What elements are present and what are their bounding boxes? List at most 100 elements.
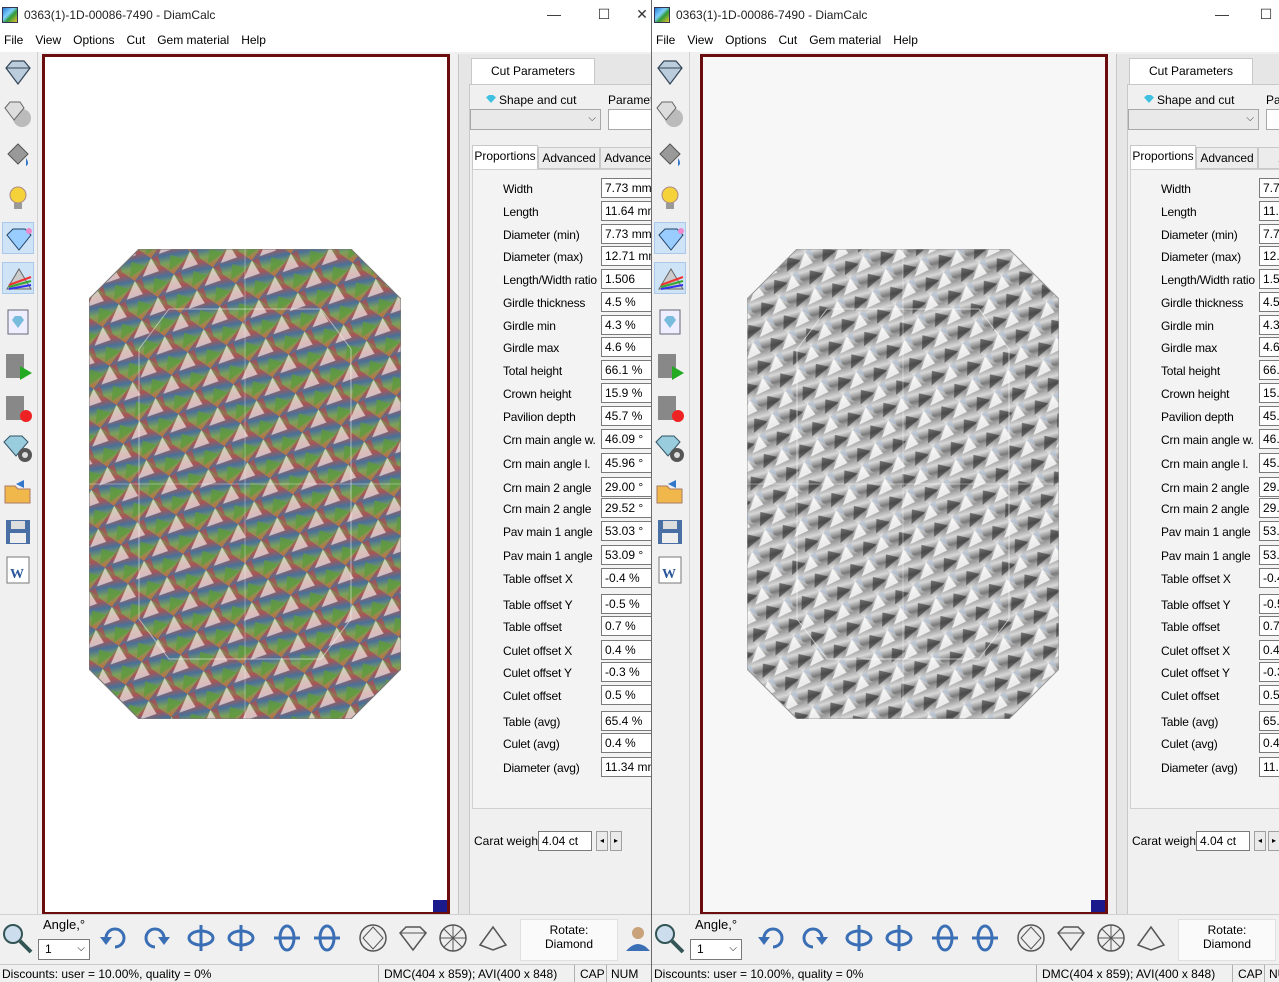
menu-options[interactable]: Options [69,30,118,50]
tab-cut-parameters[interactable]: Cut Parameters [1129,58,1253,84]
tab-advanced-2[interactable]: Advanced [600,147,651,169]
diamond-gear-icon[interactable] [2,432,34,464]
rotate-clockwise-icon[interactable] [98,921,132,955]
carat-decrease-button[interactable]: ◂ [1254,831,1266,851]
diamond-3d-viewport[interactable] [42,54,450,915]
param-value-field[interactable]: 0.4 % [601,640,651,660]
open-folder-icon[interactable] [654,476,686,508]
save-disk-icon[interactable] [2,516,34,548]
rainbow-light-icon[interactable] [654,262,686,294]
word-document-icon[interactable]: W [2,554,34,586]
param-value-field[interactable]: 1.50 [1259,269,1279,289]
param-value-field[interactable]: 0.5 [1259,685,1279,705]
tab-proportions[interactable]: Proportions [1130,145,1196,169]
video-play-icon[interactable] [654,350,686,382]
tab-proportions[interactable]: Proportions [472,145,538,169]
video-record-icon[interactable] [654,392,686,424]
carat-weight-field[interactable]: 4.04 ct [1196,831,1250,851]
flip-horizontal-icon[interactable] [842,921,876,955]
param-value-field[interactable]: -0.5 [1259,594,1279,614]
rotate-counterclockwise-icon[interactable] [796,921,830,955]
tab-advanced-1[interactable]: Advanced [538,147,600,169]
rotate-mode-button[interactable]: Rotate: Diamond [1178,919,1276,961]
flip-horizontal-reverse-icon[interactable] [224,921,258,955]
param-value-field[interactable]: 29.5 [1259,498,1279,518]
paint-bucket-icon[interactable] [2,140,34,172]
param-value-field[interactable]: 4.6 % [601,337,651,357]
lightbulb-icon[interactable] [654,182,686,214]
menu-gem-material[interactable]: Gem material [805,30,885,50]
param-value-field[interactable]: -0.3 % [601,662,651,682]
param-value-field[interactable]: 4.5 % [601,292,651,312]
param-value-field[interactable]: 45.7 % [601,406,651,426]
diamond-gear-icon[interactable] [654,432,686,464]
param-value-field[interactable]: 15.9 % [601,383,651,403]
param-value-field[interactable]: 53.03 ° [601,521,651,541]
rotate-counterclockwise-icon[interactable] [138,921,172,955]
param-value-field[interactable]: 46.09 ° [601,429,651,449]
param-value-field[interactable]: 66. [1259,360,1279,380]
param-value-field[interactable]: 4.5 [1259,292,1279,312]
pavilion-view-icon[interactable] [1134,921,1168,955]
param-value-field[interactable]: 53.0 [1259,545,1279,565]
video-record-icon[interactable] [2,392,34,424]
minimize-button[interactable]: — [540,5,568,25]
carat-increase-button[interactable]: ▸ [610,831,622,851]
param-value-field[interactable]: -0.4 % [601,568,651,588]
menu-help[interactable]: Help [237,30,270,50]
tab-advanced-1[interactable]: Advanced [1196,147,1258,169]
param-value-field[interactable]: 11.3 [1259,757,1279,777]
param-value-field[interactable]: 1.506 [601,269,651,289]
param-value-field[interactable]: 45.96 ° [601,453,651,473]
carat-weight-field[interactable]: 4.04 ct [538,831,592,851]
carat-increase-button[interactable]: ▸ [1268,831,1279,851]
parameters-dropdown[interactable] [608,109,651,130]
shape-and-cut-dropdown[interactable]: ⌵ [1128,109,1259,130]
rotate-clockwise-icon[interactable] [756,921,790,955]
param-value-field[interactable]: 7.73 mm [601,178,651,198]
param-value-field[interactable]: 4.3 [1259,315,1279,335]
menu-view[interactable]: View [31,30,65,50]
diamond-sphere-icon[interactable] [654,98,686,130]
param-value-field[interactable]: 12.7 [1259,246,1279,266]
param-value-field[interactable]: 29.0 [1259,477,1279,497]
rainbow-light-icon[interactable] [2,262,34,294]
param-value-field[interactable]: 29.52 ° [601,498,651,518]
diamond-3d-viewport[interactable] [700,54,1108,915]
param-value-field[interactable]: 0.7 [1259,616,1279,636]
top-view-icon[interactable] [1014,921,1048,955]
report-icon[interactable] [654,306,686,338]
diamond-sparkle-icon[interactable] [654,222,686,254]
param-value-field[interactable]: 7.73 [1259,178,1279,198]
paint-bucket-icon[interactable] [654,140,686,172]
diamond-view-icon[interactable] [2,56,34,88]
menu-help[interactable]: Help [889,30,922,50]
tab-advanced-2[interactable]: Adv [1258,147,1279,169]
param-value-field[interactable]: -0.3 [1259,662,1279,682]
bottom-view-icon[interactable] [436,921,470,955]
param-value-field[interactable]: 15.9 [1259,383,1279,403]
param-value-field[interactable]: 11.34 mm [601,757,651,777]
menu-options[interactable]: Options [721,30,770,50]
param-value-field[interactable]: 45.9 [1259,453,1279,473]
lightbulb-icon[interactable] [2,182,34,214]
param-value-field[interactable]: 29.00 ° [601,477,651,497]
bottom-view-icon[interactable] [1094,921,1128,955]
word-document-icon[interactable]: W [654,554,686,586]
param-value-field[interactable]: 0.7 % [601,616,651,636]
param-value-field[interactable]: 65.4 [1259,711,1279,731]
angle-select[interactable]: 1 ⌵ [690,939,742,960]
tilt-down-icon[interactable] [968,921,1002,955]
flip-horizontal-icon[interactable] [184,921,218,955]
param-value-field[interactable]: 12.71 mm [601,246,651,266]
user-icon[interactable] [622,921,651,955]
diamond-sphere-icon[interactable] [2,98,34,130]
param-value-field[interactable]: -0.4 [1259,568,1279,588]
tilt-up-icon[interactable] [928,921,962,955]
close-button[interactable]: ✕ [628,5,651,25]
param-value-field[interactable]: 53.0 [1259,521,1279,541]
param-value-field[interactable]: 4.6 [1259,337,1279,357]
param-value-field[interactable]: 0.5 % [601,685,651,705]
param-value-field[interactable]: 0.4 % [601,733,651,753]
menu-cut[interactable]: Cut [123,30,150,50]
